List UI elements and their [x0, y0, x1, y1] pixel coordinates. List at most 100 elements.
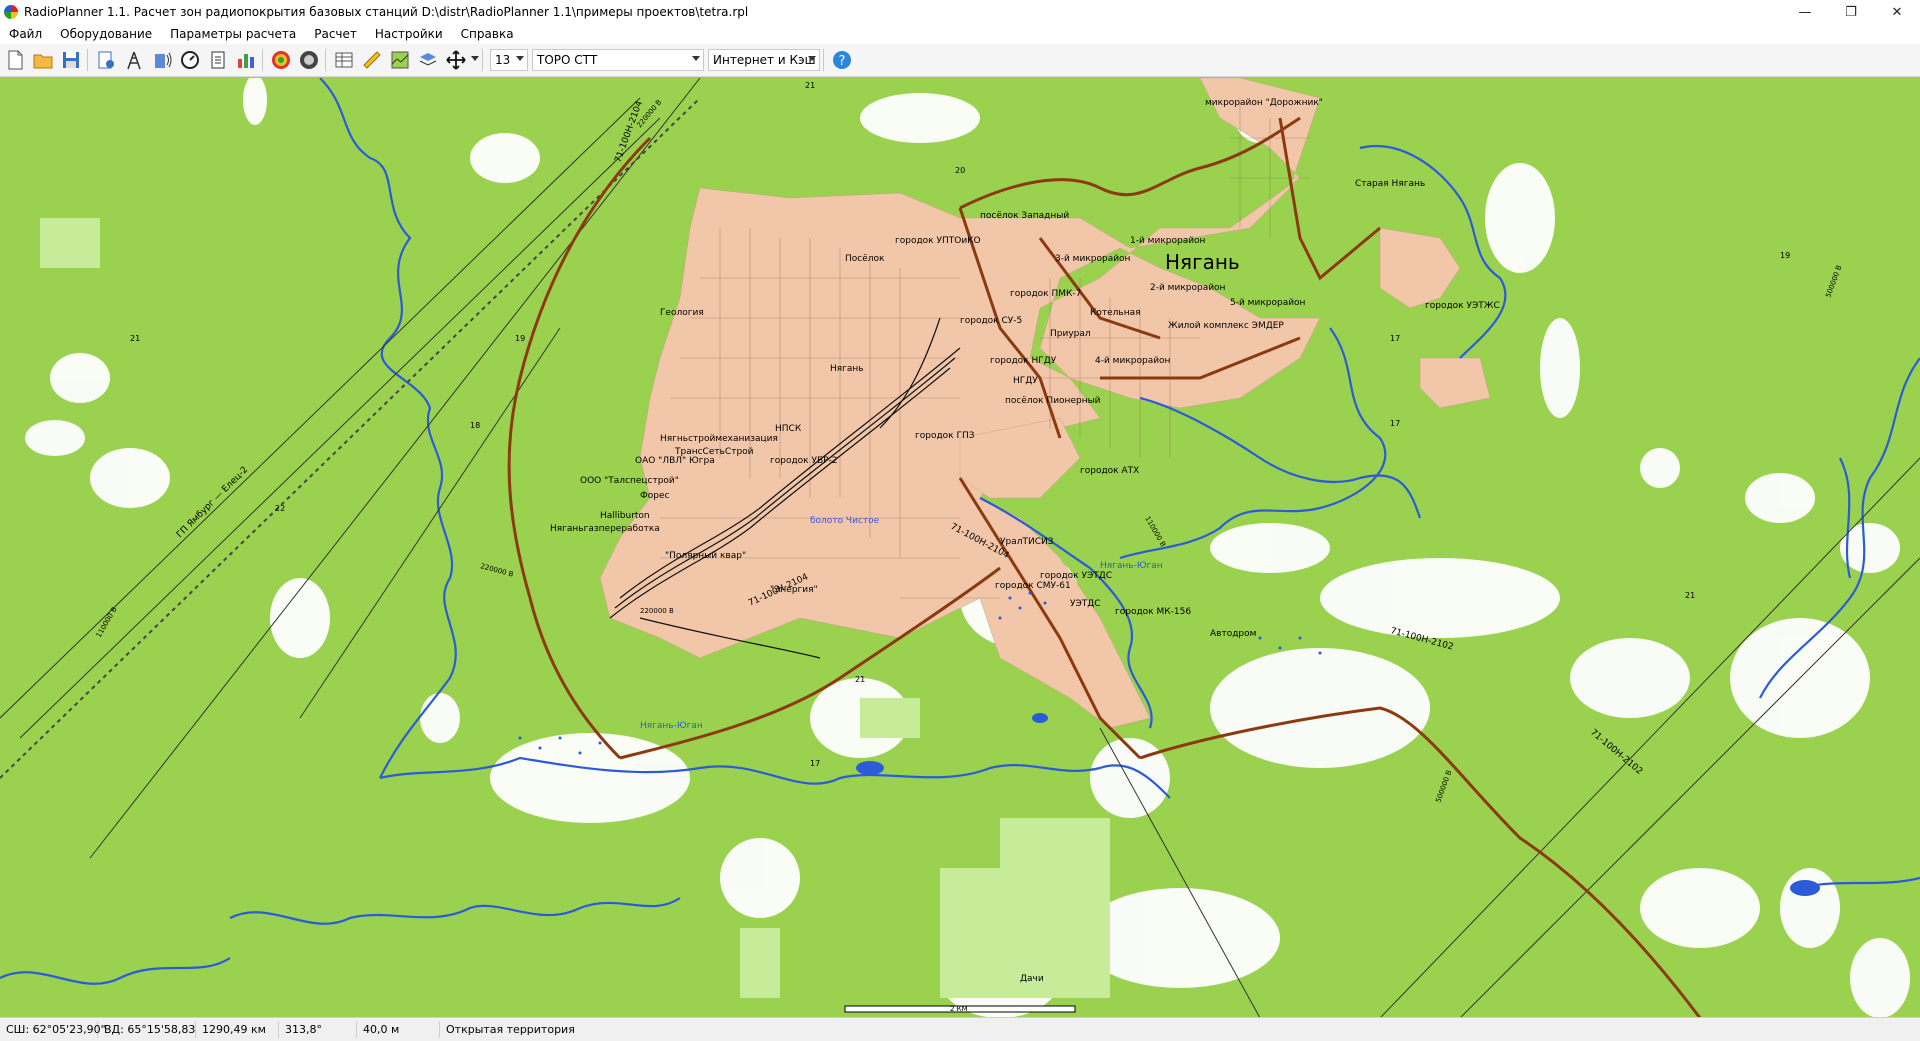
map-label: городок АТХ: [1080, 466, 1139, 476]
menu-settings[interactable]: Настройки: [366, 27, 452, 41]
menu-help[interactable]: Справка: [452, 27, 523, 41]
elevation-label: 19: [1780, 251, 1790, 260]
map-label: Дачи: [1020, 974, 1044, 984]
map-label: 4-й микрорайон: [1095, 356, 1171, 366]
menu-equipment[interactable]: Оборудование: [51, 27, 161, 41]
table-icon[interactable]: [331, 47, 357, 73]
power-label: 220000 В: [479, 562, 514, 579]
pan-dropdown[interactable]: [471, 50, 479, 70]
elevation-label: 18: [470, 421, 480, 430]
menu-calculation[interactable]: Расчет: [305, 27, 366, 41]
map-label: ООО "Талспецстрой": [580, 476, 679, 486]
scale-label: 2 КМ: [950, 1005, 968, 1013]
map-type-value: TOPO СТТ: [537, 53, 598, 67]
elevation-label: 22: [275, 504, 285, 513]
map-label: 3-й микрорайон: [1055, 254, 1131, 264]
map-label: городок МК-156: [1115, 607, 1191, 617]
railway-line: [0, 97, 701, 779]
map-label: Нягньстроймеханизация: [660, 434, 778, 444]
map-label: посёлок Западный: [980, 211, 1069, 221]
menu-calc-params[interactable]: Параметры расчета: [161, 27, 305, 41]
map-label: Нягань-Юган: [1100, 561, 1163, 571]
map-label: "Полярный квар": [665, 551, 746, 561]
map-label: Нягань: [830, 364, 864, 374]
elevation-label: 17: [810, 759, 820, 768]
coverage-gray-icon[interactable]: [296, 47, 322, 73]
elevation-label: 21: [130, 334, 140, 343]
bar-chart-icon[interactable]: [233, 47, 259, 73]
map-type-select[interactable]: TOPO СТТ: [532, 49, 704, 71]
power-label: 500000 В: [1824, 264, 1843, 299]
minimize-button[interactable]: —: [1782, 0, 1828, 24]
elevation-label: 21: [1685, 591, 1695, 600]
status-azimuth: 313,8°: [279, 1021, 357, 1038]
menu-file[interactable]: Файл: [0, 27, 51, 41]
calculate-icon[interactable]: [177, 47, 203, 73]
map-label: ОАО "ЛВЛ" Югра: [635, 456, 715, 466]
map-view[interactable]: микрорайон "Дорожник" Старая Нягань посё…: [0, 77, 1920, 1018]
pan-move-icon[interactable]: [443, 47, 469, 73]
title-bar: RadioPlanner 1.1. Расчет зон радиопокрыт…: [0, 0, 1920, 24]
map-label: городок УЭТДС: [1040, 571, 1112, 581]
map-label: городок СМУ-61: [995, 581, 1071, 591]
zoom-level-select[interactable]: 13: [490, 49, 528, 71]
toolbar-separator: [262, 49, 263, 71]
status-longitude: ВД: 65°15'58,83: [98, 1021, 196, 1038]
new-file-icon[interactable]: [2, 47, 28, 73]
chevron-down-icon: [692, 56, 700, 61]
map-label: Нягань-Юган: [640, 721, 703, 731]
profile-icon[interactable]: [387, 47, 413, 73]
map-label: Halliburton: [600, 511, 650, 521]
window-controls: — ❐ ✕: [1782, 0, 1920, 24]
map-label: городок СУ-5: [960, 316, 1022, 326]
elevation-label: 21: [805, 81, 815, 90]
maximize-button[interactable]: ❐: [1828, 0, 1874, 24]
properties-icon[interactable]: [93, 47, 119, 73]
coverage-map-icon[interactable]: [268, 47, 294, 73]
report-icon[interactable]: [205, 47, 231, 73]
power-label: 220000 В: [640, 607, 674, 615]
map-label: городок НГДУ: [990, 356, 1057, 366]
status-distance: 1290,49 км: [196, 1021, 279, 1038]
cache-mode-select[interactable]: Интернет и Кэш: [708, 49, 820, 71]
map-label: болото Чистое: [810, 516, 880, 526]
window-title: RadioPlanner 1.1. Расчет зон радиопокрыт…: [24, 5, 749, 19]
menu-bar: Файл Оборудование Параметры расчета Расч…: [0, 24, 1920, 44]
city-name-label: Нягань: [1165, 250, 1240, 274]
map-label: НПСК: [775, 424, 802, 434]
map-label: Няганьгазпереработка: [550, 524, 660, 534]
elevation-label: 19: [515, 334, 525, 343]
help-icon[interactable]: ?: [829, 47, 855, 73]
city-name: Нягань: [1165, 250, 1240, 274]
elevation-label: 17: [1390, 334, 1400, 343]
map-label: Жилой комплекс ЭМДЕР: [1168, 321, 1284, 331]
map-label: Старая Нягань: [1355, 179, 1425, 189]
map-label: 1-й микрорайон: [1130, 236, 1206, 246]
elevation-label: 21: [855, 675, 865, 684]
map-label: городок УЭТЖС: [1425, 301, 1500, 311]
zoom-level-value: 13: [495, 53, 511, 67]
chevron-down-icon: [516, 56, 524, 61]
map-label: Посёлок: [845, 254, 885, 264]
toolbar-separator: [325, 49, 326, 71]
map-label: городок УПТОиКО: [895, 236, 981, 246]
map-canvas[interactable]: микрорайон "Дорожник" Старая Нягань посё…: [0, 78, 1920, 1018]
svg-text:?: ?: [839, 54, 846, 69]
map-layers-icon[interactable]: [415, 47, 441, 73]
map-label: Геология: [660, 308, 704, 318]
status-terrain: Открытая территория: [446, 1023, 575, 1036]
open-folder-icon[interactable]: [30, 47, 56, 73]
road-label: ГП Ямбург — Елец-2: [175, 465, 250, 540]
radio-equipment-icon[interactable]: [149, 47, 175, 73]
app-logo-icon: [4, 5, 18, 19]
status-height: 40,0 м: [357, 1021, 440, 1038]
antenna-tower-icon[interactable]: [121, 47, 147, 73]
close-button[interactable]: ✕: [1874, 0, 1920, 24]
map-label: Котельная: [1090, 308, 1141, 318]
toolbar-separator: [87, 49, 88, 71]
map-label: УралТИСИЗ: [1000, 537, 1054, 547]
save-icon[interactable]: [58, 47, 84, 73]
map-label: УЭТДС: [1070, 599, 1101, 609]
ruler-icon[interactable]: [359, 47, 385, 73]
map-label: Автодром: [1210, 629, 1256, 639]
